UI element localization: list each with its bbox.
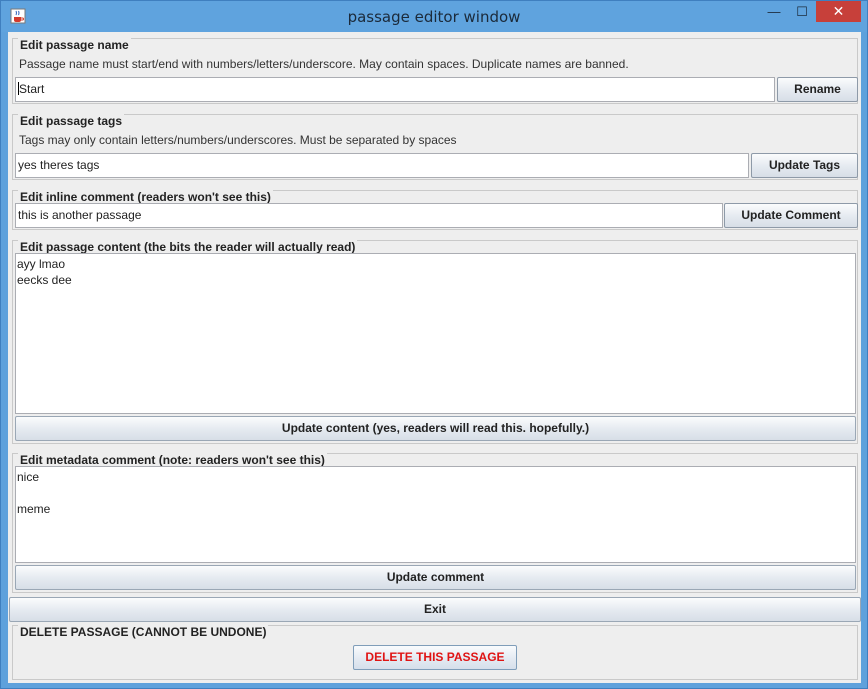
inline-comment-value: this is another passage — [18, 208, 142, 222]
passage-tags-input[interactable]: yes theres tags — [15, 153, 749, 178]
passage-tags-group: Edit passage tags Tags may only contain … — [12, 114, 858, 180]
update-metadata-comment-button[interactable]: Update comment — [15, 565, 856, 590]
close-button[interactable]: ✕ — [816, 1, 861, 22]
metadata-comment-group: Edit metadata comment (note: readers won… — [12, 453, 858, 593]
passage-name-description: Passage name must start/end with numbers… — [19, 57, 629, 71]
metadata-comment-legend: Edit metadata comment (note: readers won… — [18, 453, 327, 467]
delete-passage-group: DELETE PASSAGE (CANNOT BE UNDONE) DELETE… — [12, 625, 858, 680]
metadata-comment-textarea[interactable]: nice meme — [15, 466, 856, 563]
update-comment-button[interactable]: Update Comment — [724, 203, 858, 228]
inline-comment-group: Edit inline comment (readers won't see t… — [12, 190, 858, 230]
update-content-button[interactable]: Update content (yes, readers will read t… — [15, 416, 856, 441]
window-title: passage editor window — [347, 8, 521, 26]
delete-passage-button[interactable]: DELETE THIS PASSAGE — [353, 645, 517, 670]
maximize-icon: ☐ — [796, 4, 808, 19]
exit-button[interactable]: Exit — [9, 597, 861, 622]
maximize-button[interactable]: ☐ — [789, 1, 815, 22]
minimize-icon: — — [767, 4, 781, 19]
rename-button[interactable]: Rename — [777, 77, 858, 102]
passage-name-legend: Edit passage name — [18, 38, 131, 52]
minimize-button[interactable]: — — [761, 1, 787, 22]
delete-passage-legend: DELETE PASSAGE (CANNOT BE UNDONE) — [18, 625, 269, 639]
passage-name-value: Start — [19, 82, 45, 96]
passage-name-input[interactable]: Start — [15, 77, 775, 102]
close-icon: ✕ — [832, 3, 845, 19]
passage-tags-value: yes theres tags — [18, 158, 100, 172]
passage-name-group: Edit passage name Passage name must star… — [12, 38, 858, 104]
passage-content-textarea[interactable]: ayy lmao eecks dee — [15, 253, 856, 414]
inline-comment-input[interactable]: this is another passage — [15, 203, 723, 228]
editor-content-pane: Edit passage name Passage name must star… — [8, 32, 861, 683]
passage-tags-legend: Edit passage tags — [18, 114, 125, 128]
passage-tags-description: Tags may only contain letters/numbers/un… — [19, 133, 457, 147]
passage-content-group: Edit passage content (the bits the reade… — [12, 240, 858, 444]
passage-editor-window: passage editor window — ☐ ✕ Edit passage… — [0, 0, 868, 689]
title-bar[interactable]: passage editor window — ☐ ✕ — [1, 1, 867, 32]
update-tags-button[interactable]: Update Tags — [751, 153, 858, 178]
inline-comment-legend: Edit inline comment (readers won't see t… — [18, 190, 273, 204]
passage-content-legend: Edit passage content (the bits the reade… — [18, 240, 358, 254]
